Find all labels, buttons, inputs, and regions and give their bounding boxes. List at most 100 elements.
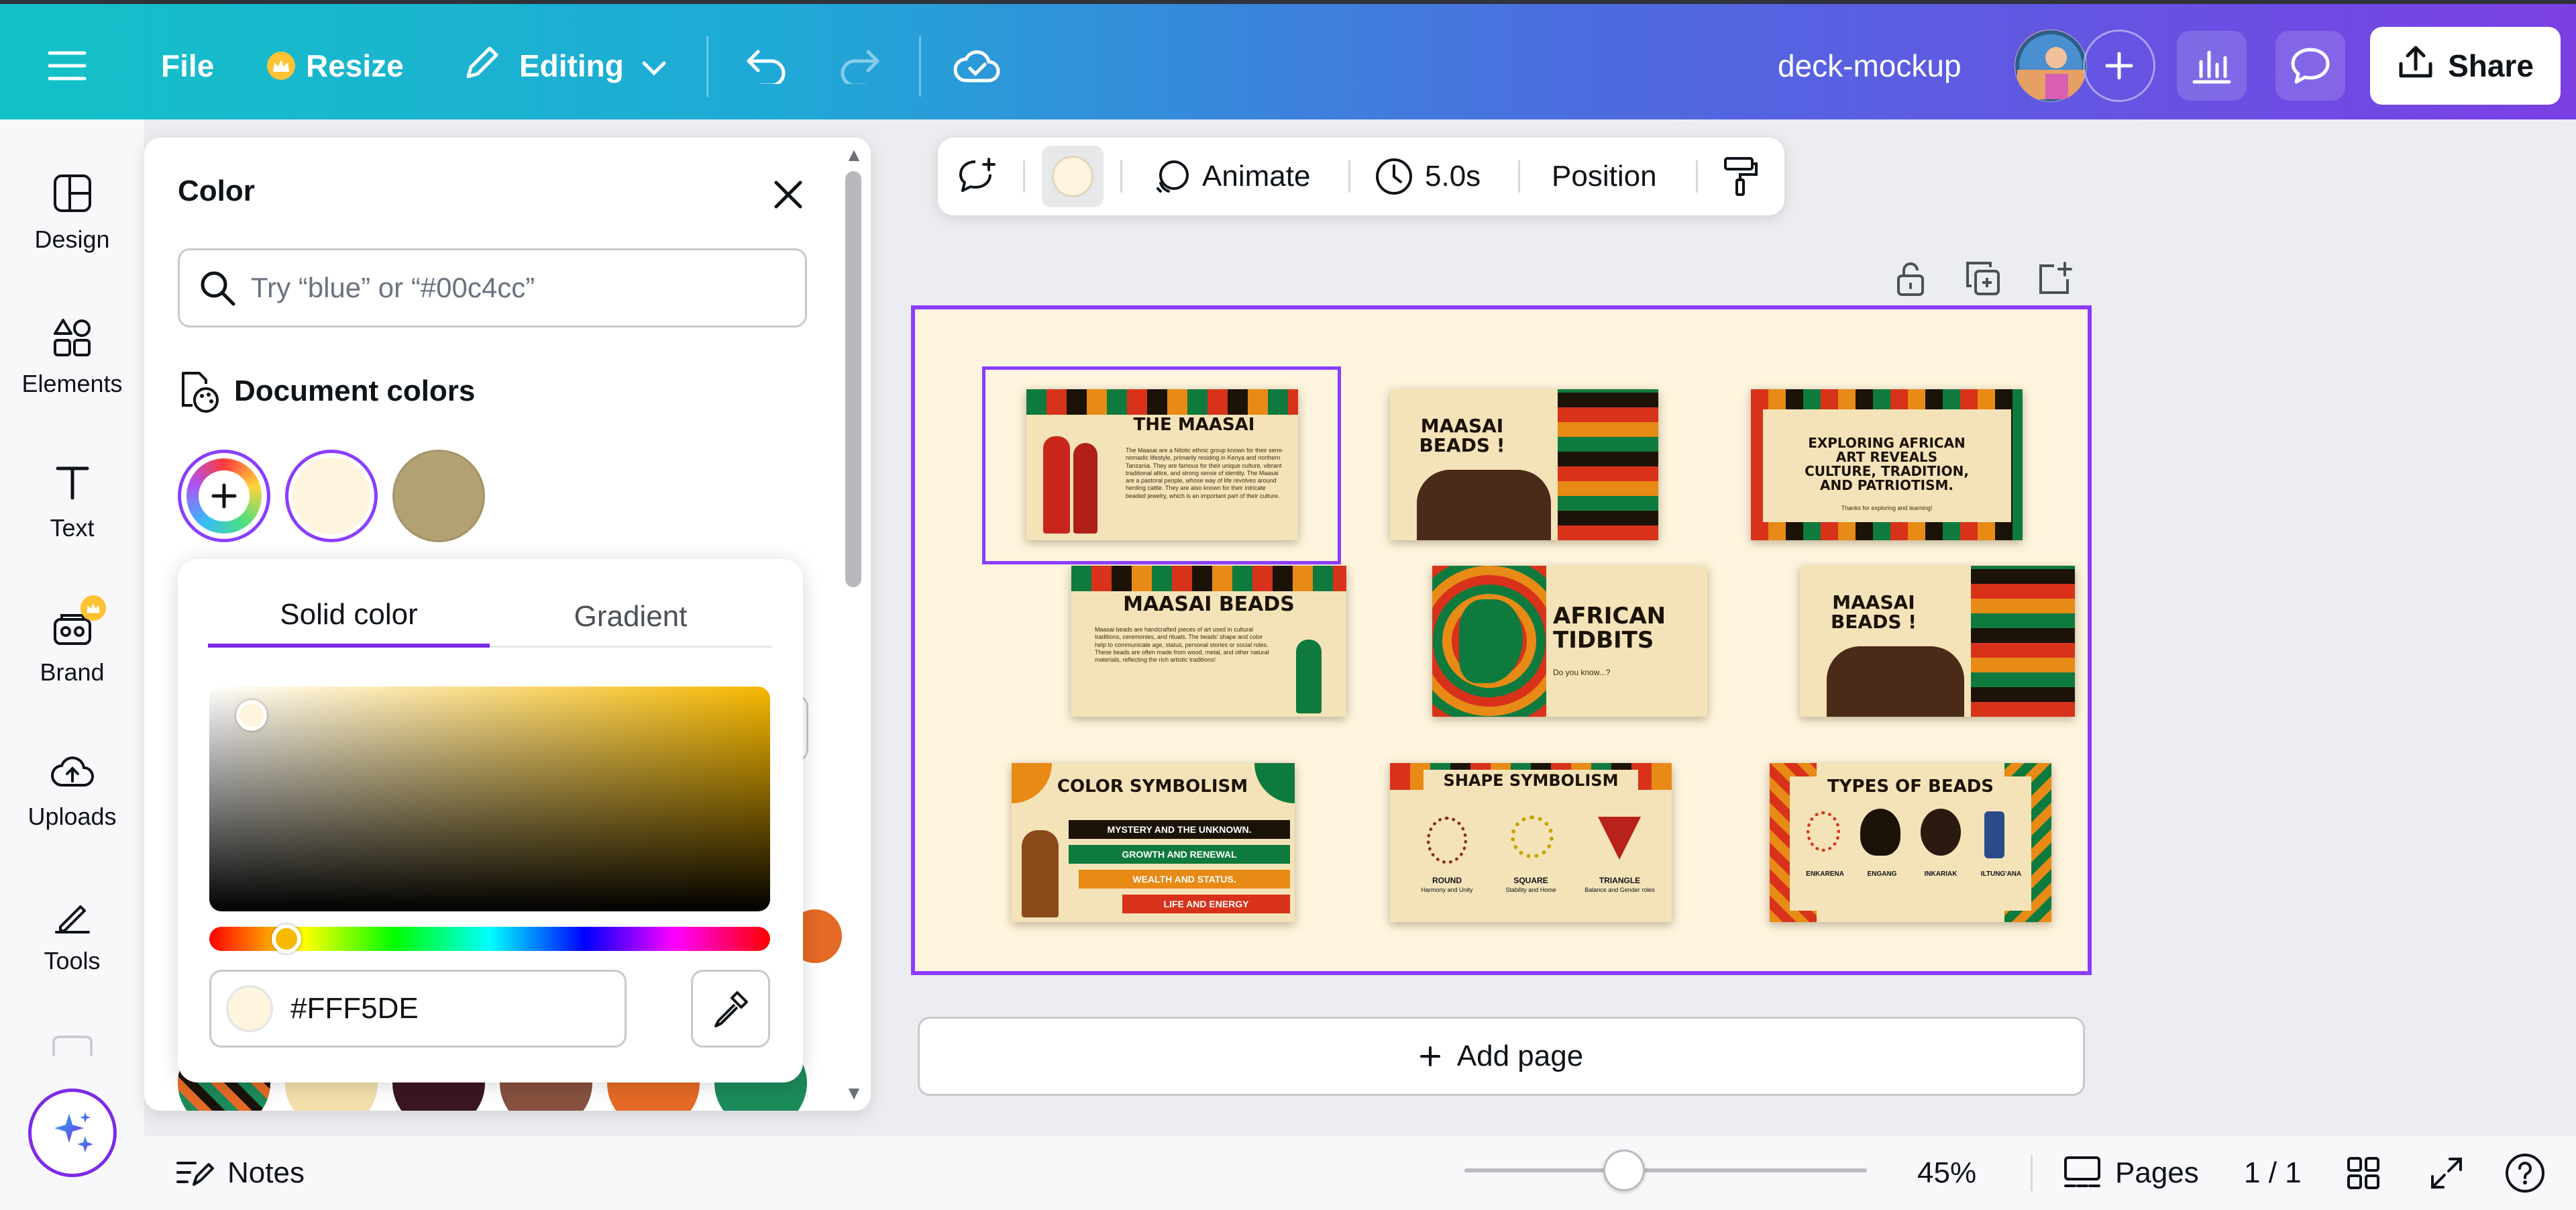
sidebar-item-design[interactable]: Design — [0, 150, 144, 277]
add-page-icon[interactable] — [2031, 255, 2078, 302]
slide-thumbnail[interactable]: SHAPE SYMBOLISM ROUND Harmony and Unity … — [1390, 763, 1672, 922]
invite-member-button[interactable] — [2083, 30, 2155, 102]
color-search — [178, 248, 807, 327]
sidebar-item-text[interactable]: Text — [0, 438, 144, 566]
zoom-slider[interactable] — [1464, 1168, 1867, 1172]
bead-type: ILTUNG'ANA — [1980, 870, 2022, 878]
slide-title: MAASAI BEADS ! — [1419, 415, 1505, 457]
document-title[interactable]: deck-mockup — [1778, 32, 1962, 99]
duration-button[interactable]: 5.0s — [1374, 138, 1481, 215]
slide-thumbnail[interactable]: AFRICAN TIDBITS Do you know...? — [1432, 566, 1707, 717]
slide-thumbnail[interactable]: EXPLORING AFRICAN ART REVEALS CULTURE, T… — [1751, 389, 2023, 540]
symbol-bar: GROWTH AND RENEWAL — [1069, 845, 1290, 864]
undo-icon[interactable] — [745, 32, 788, 99]
animate-button[interactable]: Animate — [1151, 138, 1310, 215]
zoom-level[interactable]: 45% — [1917, 1136, 1976, 1210]
pencil-icon — [463, 43, 502, 89]
divider — [706, 36, 708, 97]
divider — [919, 36, 921, 97]
redo-icon[interactable] — [839, 32, 881, 99]
grid-view-icon[interactable] — [2346, 1136, 2381, 1210]
slide-title: COLOR SYMBOLISM — [1057, 776, 1248, 797]
hex-input[interactable] — [290, 992, 612, 1025]
sidebar-item-elements[interactable]: Elements — [0, 294, 144, 421]
cloud-saved-icon[interactable] — [953, 32, 1001, 99]
chevron-down-icon — [641, 48, 667, 84]
eyedropper-icon — [714, 991, 748, 1027]
slide-thumbnail[interactable]: MAASAI BEADS ! — [1800, 566, 2075, 717]
sparkle-icon — [54, 1112, 93, 1152]
lock-icon[interactable] — [1887, 255, 1934, 302]
palette-doc-icon — [182, 372, 219, 413]
comment-add-icon[interactable] — [957, 138, 998, 215]
pages-button[interactable]: Pages — [2063, 1136, 2199, 1210]
color-picker-popover: Solid color Gradient — [178, 559, 803, 1082]
page-counter[interactable]: 1 / 1 — [2244, 1136, 2302, 1210]
add-color-button[interactable] — [178, 450, 270, 542]
add-page-label: Add page — [1456, 1040, 1584, 1072]
shape-name: SQUARE — [1513, 876, 1548, 885]
sidebar-item-uploads[interactable]: Uploads — [0, 727, 144, 854]
folder-icon[interactable] — [52, 1036, 93, 1056]
resize-button[interactable]: Resize — [267, 32, 404, 99]
scroll-down-icon[interactable]: ▼ — [845, 1082, 863, 1103]
slide-thumbnail[interactable]: MAASAI BEADS Maasai beads are handcrafte… — [1071, 566, 1346, 717]
scrollbar-thumb[interactable] — [845, 171, 861, 587]
plus-icon — [1419, 1046, 1440, 1066]
magic-assistant-button[interactable] — [28, 1089, 117, 1177]
fill-color-button[interactable] — [1042, 146, 1104, 207]
upload-share-icon — [2397, 44, 2434, 89]
duration-label: 5.0s — [1425, 160, 1481, 193]
slide-title: MAASAI BEADS — [1123, 593, 1295, 616]
eyedropper-button[interactable] — [691, 970, 770, 1048]
notes-label: Notes — [227, 1156, 305, 1189]
slide-thumbnail[interactable]: TYPES OF BEADS ENKARENA ENGANG INKARIAK … — [1770, 763, 2051, 922]
shape-desc: Harmony and Unity — [1421, 887, 1473, 893]
insights-chart-icon[interactable] — [2177, 31, 2247, 101]
notes-button[interactable]: Notes — [175, 1136, 305, 1210]
tab-solid-color[interactable]: Solid color — [208, 586, 490, 648]
resize-label: Resize — [306, 48, 404, 83]
position-button[interactable]: Position — [1552, 138, 1657, 215]
color-swatch[interactable] — [392, 450, 485, 542]
color-search-input[interactable] — [251, 272, 774, 304]
bead-type: ENKARENA — [1806, 870, 1844, 878]
saturation-handle[interactable] — [236, 700, 267, 731]
sidebar-item-label: Tools — [44, 947, 101, 974]
color-swatch[interactable] — [285, 450, 378, 542]
comment-icon[interactable] — [2275, 31, 2345, 101]
notes-icon — [176, 1162, 214, 1186]
help-icon[interactable] — [2504, 1136, 2546, 1210]
paint-roller-icon[interactable] — [1721, 138, 1759, 215]
add-page-button[interactable]: Add page — [918, 1017, 2085, 1096]
clock-icon — [1376, 158, 1412, 195]
tab-gradient[interactable]: Gradient — [490, 586, 771, 648]
fullscreen-icon[interactable] — [2428, 1136, 2465, 1210]
scroll-up-icon[interactable]: ▲ — [845, 144, 863, 165]
close-icon[interactable] — [765, 171, 812, 218]
slide-thumbnail[interactable]: MAASAI BEADS ! — [1390, 389, 1658, 540]
slide-thumbnail[interactable]: COLOR SYMBOLISM MYSTERY AND THE UNKNOWN.… — [1012, 763, 1295, 922]
sidebar-item-label: Uploads — [28, 803, 117, 830]
share-button[interactable]: Share — [2370, 27, 2561, 105]
editing-mode-button[interactable]: Editing — [463, 32, 667, 99]
slide-title: SHAPE SYMBOLISM — [1424, 770, 1638, 793]
hex-field — [209, 970, 627, 1048]
file-menu-button[interactable]: File — [161, 32, 214, 99]
document-colors-header: Document colors — [178, 369, 475, 413]
menu-icon[interactable] — [47, 32, 98, 99]
pages-label: Pages — [2115, 1156, 2199, 1189]
avatar[interactable] — [2015, 30, 2087, 102]
uploads-icon — [50, 756, 94, 787]
bead-type: ENGANG — [1867, 870, 1897, 878]
zoom-slider-handle[interactable] — [1603, 1150, 1645, 1191]
hue-slider-handle[interactable] — [272, 924, 301, 954]
editing-label: Editing — [519, 48, 624, 83]
sidebar-item-brand[interactable]: Brand — [0, 583, 144, 710]
duplicate-page-icon[interactable] — [1960, 255, 2006, 302]
symbol-bar: LIFE AND ENERGY — [1122, 895, 1290, 913]
saturation-field[interactable] — [209, 687, 770, 911]
sidebar-item-tools[interactable]: Tools — [0, 871, 144, 999]
bead-type: INKARIAK — [1924, 870, 1957, 878]
shape-name: TRIANGLE — [1599, 876, 1641, 885]
